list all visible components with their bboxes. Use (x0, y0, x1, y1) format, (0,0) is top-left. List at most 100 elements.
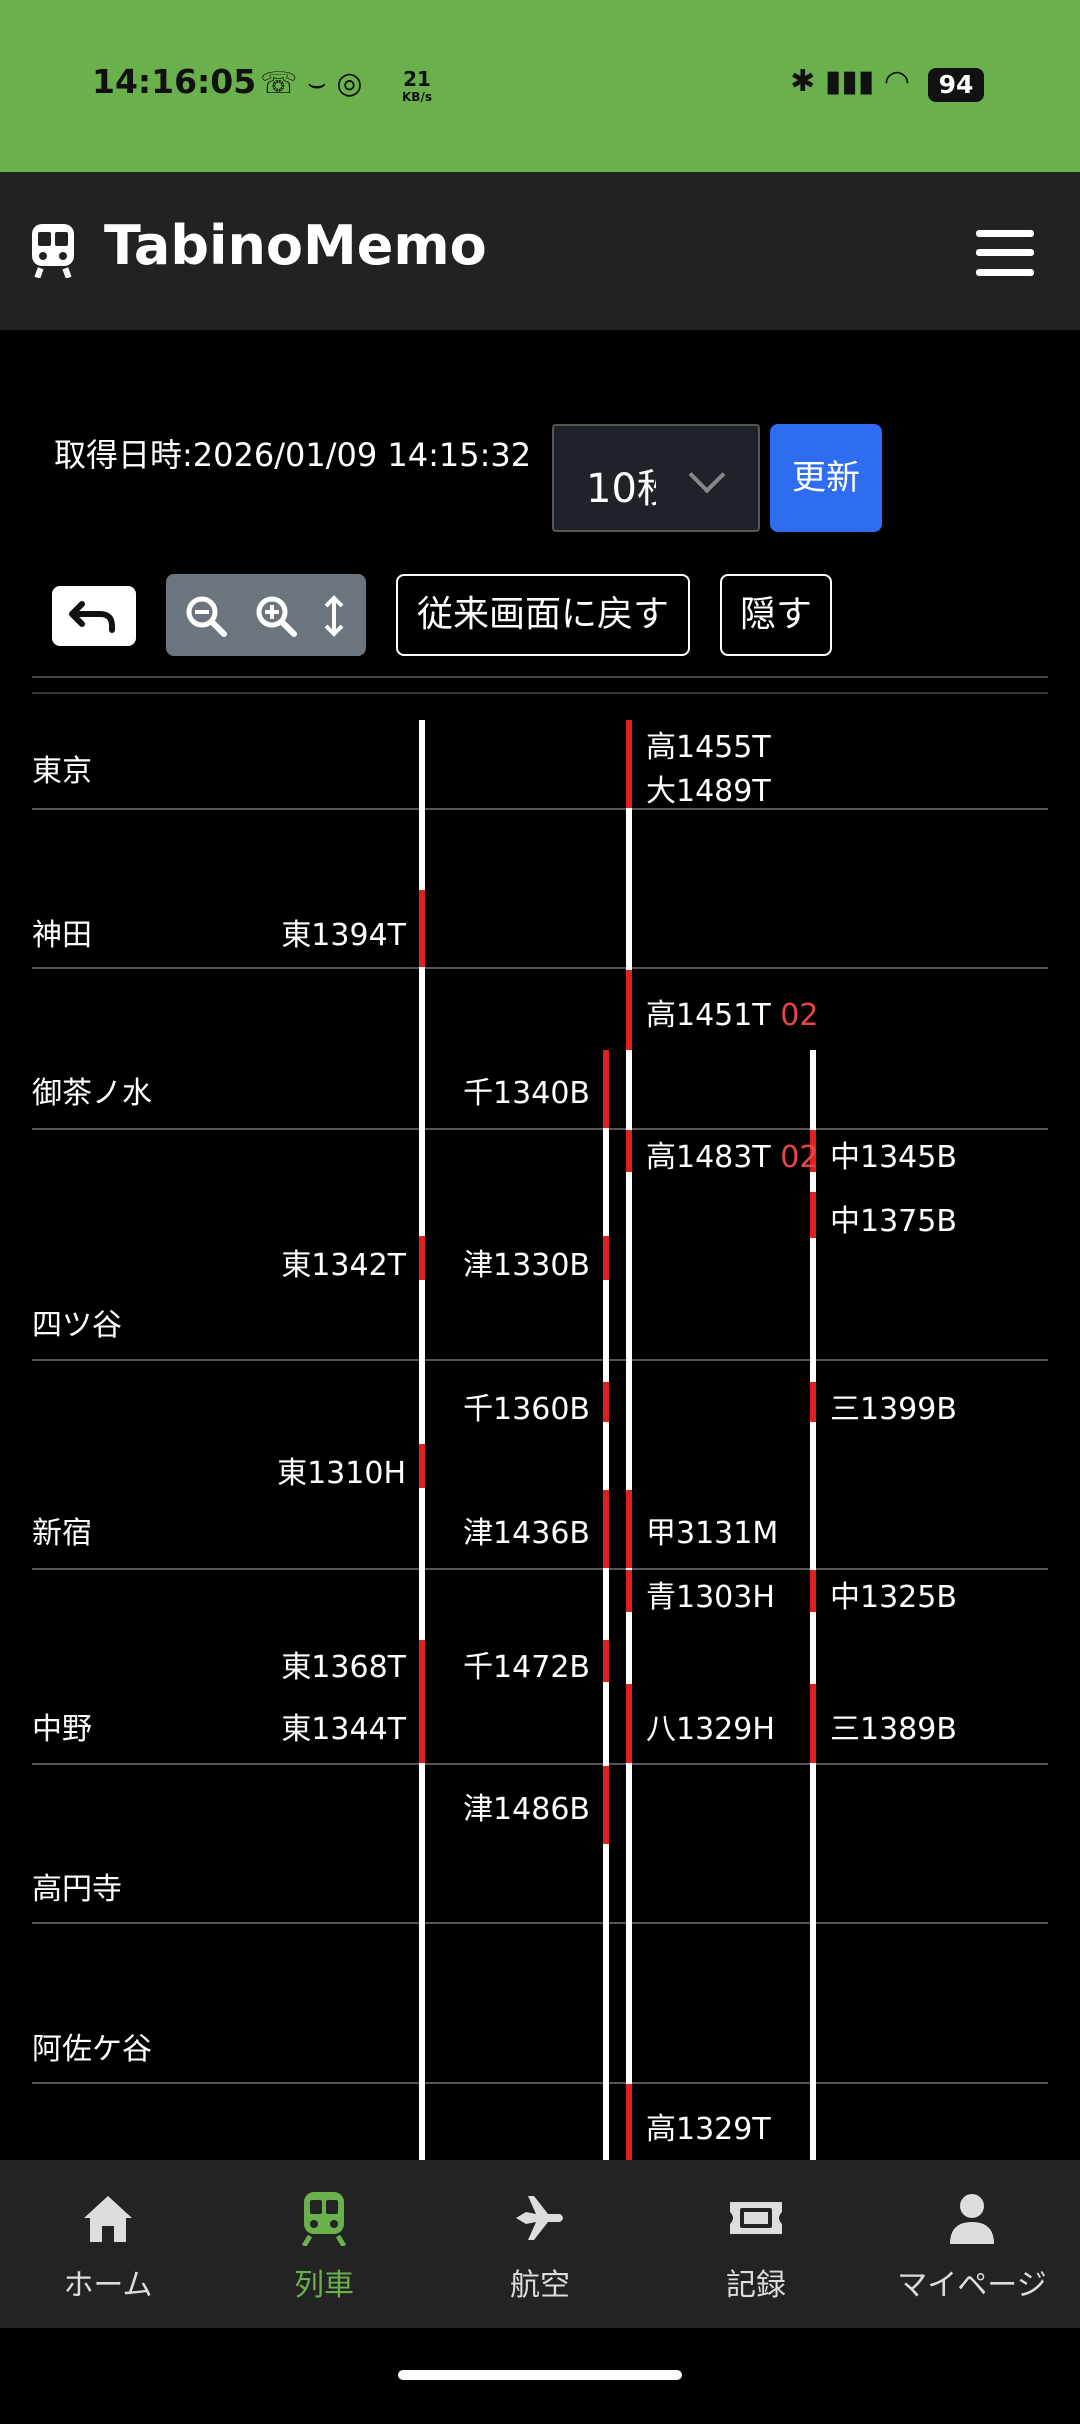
train-marker (626, 2084, 632, 2160)
train-label[interactable]: 八1329H (646, 1704, 775, 1748)
station-shinjuku[interactable]: 新宿 (32, 1508, 92, 1552)
home-icon (84, 2196, 132, 2242)
train-marker (626, 1490, 632, 1568)
legacy-view-button[interactable]: 従来画面に戻す (396, 574, 690, 656)
train-label[interactable]: 東1394T (246, 910, 406, 954)
interval-value: 10秒 (586, 466, 656, 512)
train-label[interactable]: 千1472B (430, 1642, 590, 1686)
train-label[interactable]: 中1375B (830, 1196, 957, 1240)
train-label[interactable]: 中1345B (830, 1132, 957, 1176)
nav-mypage[interactable]: マイページ (864, 2160, 1080, 2328)
station-yotsuya[interactable]: 四ツ谷 (32, 1300, 122, 1344)
train-label[interactable]: 東1342T (246, 1240, 406, 1284)
status-time: 14:16:05 (92, 62, 257, 101)
status-connectivity-icons: ✱ ▮▮▮ ◠ (790, 64, 910, 99)
train-marker (810, 1684, 816, 1763)
train-id: 高1451T (646, 998, 771, 1033)
app-header: TabinoMemo (0, 172, 1080, 330)
train-label[interactable]: 高1483T 02 (646, 1132, 818, 1176)
status-bar: 14:16:05 ☏ ⌣ ◎ 21 KB/s ✱ ▮▮▮ ◠ 94 (0, 0, 1080, 172)
station-asagaya[interactable]: 阿佐ケ谷 (32, 2024, 152, 2068)
train-label[interactable]: 高1451T 02 (646, 990, 818, 1034)
train-marker (626, 970, 632, 1050)
train-position-diagram: 東京 神田 御茶ノ水 四ツ谷 新宿 中野 高円寺 阿佐ケ谷 高1455T 大14… (0, 700, 1080, 2160)
delay-minutes: 02 (780, 998, 819, 1033)
station-tokyo[interactable]: 東京 (32, 746, 92, 790)
vertical-resize-icon[interactable] (312, 594, 356, 638)
refresh-button[interactable]: 更新 (770, 424, 882, 532)
divider (32, 676, 1048, 678)
nav-home[interactable]: ホーム (0, 2160, 216, 2328)
train-label[interactable]: 東1310H (246, 1448, 406, 1492)
station-koenji[interactable]: 高円寺 (32, 1864, 122, 1908)
train-label[interactable]: 高1329T (646, 2104, 771, 2148)
station-divider (32, 2082, 1048, 2084)
train-label[interactable]: 中1325B (830, 1572, 957, 1616)
train-marker (603, 1766, 609, 1844)
train-label[interactable]: 甲3131M (646, 1508, 778, 1552)
zoom-in-icon[interactable] (254, 594, 298, 638)
status-network-speed: 21 KB/s (402, 67, 432, 106)
train-marker (810, 1382, 816, 1422)
divider (32, 692, 1048, 694)
train-marker (419, 1640, 425, 1763)
train-marker (603, 1490, 609, 1568)
airplane-icon (516, 2196, 563, 2240)
back-button[interactable] (52, 586, 136, 646)
train-marker (419, 890, 425, 967)
station-nakano[interactable]: 中野 (32, 1704, 92, 1748)
nav-records[interactable]: 記録 (648, 2160, 864, 2328)
station-kanda[interactable]: 神田 (32, 910, 92, 954)
track-line-3 (626, 720, 632, 2160)
nav-label: 航空 (510, 2268, 570, 2303)
train-label[interactable]: 東1344T (246, 1704, 406, 1748)
train-marker (603, 1050, 609, 1128)
nav-label: ホーム (63, 2268, 153, 2303)
app-title[interactable]: TabinoMemo (104, 214, 487, 277)
station-divider (32, 1922, 1048, 1924)
train-label[interactable]: 千1360B (430, 1384, 590, 1428)
train-label[interactable]: 大1489T (646, 766, 771, 810)
train-label[interactable]: 千1340B (430, 1068, 590, 1112)
train-marker (603, 1236, 609, 1280)
train-marker (626, 1684, 632, 1763)
train-id: 高1483T (646, 1140, 771, 1175)
train-label[interactable]: 津1330B (430, 1240, 590, 1284)
speed-value: 21 (403, 67, 431, 91)
train-label[interactable]: 青1303H (646, 1572, 775, 1616)
train-marker (626, 1130, 632, 1172)
ticket-icon (730, 2202, 782, 2234)
train-label[interactable]: 高1455T (646, 722, 771, 766)
fetch-time-label: 取得日時:2026/01/09 14:15:32 (54, 436, 532, 474)
train-marker (810, 1570, 816, 1612)
station-divider (32, 967, 1048, 969)
hamburger-menu-icon[interactable] (976, 230, 1034, 276)
train-label[interactable]: 東1368T (246, 1642, 406, 1686)
train-marker (810, 1192, 816, 1238)
train-icon (301, 2192, 347, 2246)
zoom-controls (166, 574, 366, 656)
train-logo-icon[interactable] (28, 222, 78, 278)
nav-label: マイページ (897, 2268, 1047, 2303)
nav-flight[interactable]: 航空 (432, 2160, 648, 2328)
station-divider (32, 1568, 1048, 1570)
nav-label: 記録 (726, 2268, 786, 2303)
nav-train[interactable]: 列車 (216, 2160, 432, 2328)
train-marker (603, 1640, 609, 1682)
station-divider (32, 808, 1048, 810)
home-indicator[interactable] (398, 2370, 682, 2380)
nav-label: 列車 (294, 2268, 354, 2303)
station-ochanomizu[interactable]: 御茶ノ水 (32, 1068, 152, 1112)
station-divider (32, 1359, 1048, 1361)
status-notification-icons: ☏ ⌣ ◎ (260, 66, 363, 101)
train-label[interactable]: 三1389B (830, 1704, 957, 1748)
train-label[interactable]: 津1486B (430, 1784, 590, 1828)
refresh-interval-select[interactable]: 10秒 (552, 424, 760, 532)
undo-arrow-icon (69, 601, 115, 633)
train-label[interactable]: 津1436B (430, 1508, 590, 1552)
battery-icon: 94 (928, 68, 984, 102)
hide-button[interactable]: 隠す (720, 574, 832, 656)
bottom-navigation: ホーム 列車 航空 記録 マイページ (0, 2160, 1080, 2328)
zoom-out-icon[interactable] (184, 594, 228, 638)
train-label[interactable]: 三1399B (830, 1384, 957, 1428)
